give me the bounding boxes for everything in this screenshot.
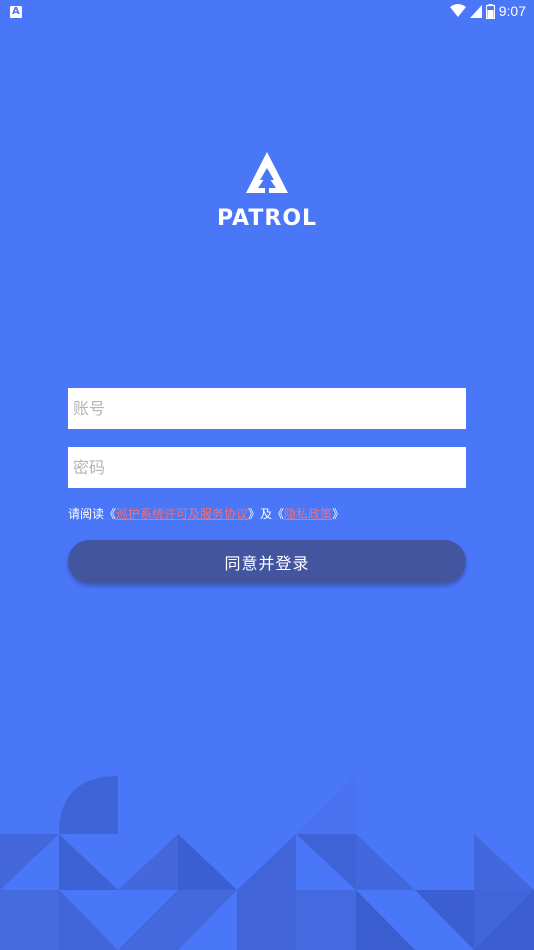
signal-icon [469,4,482,18]
agreement-text: 请阅读《巡护系统许可及服务协议》及《隐私政策》 [68,506,344,522]
agreement-middle: 》及《 [248,507,285,521]
tree-triangle-icon [246,152,288,193]
agreement-suffix: 》 [332,507,345,521]
password-input[interactable] [68,447,466,488]
battery-icon [485,3,495,19]
terms-link[interactable]: 巡护系统许可及服务协议 [116,507,248,521]
privacy-link[interactable]: 隐私政策 [284,507,332,521]
background-decoration [0,776,534,950]
notification-icon: A [10,6,22,18]
wifi-icon [449,4,466,17]
agree-and-login-button[interactable]: 同意并登录 [68,540,466,583]
account-input[interactable] [68,388,466,429]
status-time: 9:07 [498,3,526,19]
agreement-prefix: 请阅读《 [68,507,117,521]
status-bar: A 9:07 [0,0,534,24]
app-logo: PATROL [0,150,534,231]
app-name: PATROL [216,206,318,231]
status-icons: 9:07 [449,3,526,19]
